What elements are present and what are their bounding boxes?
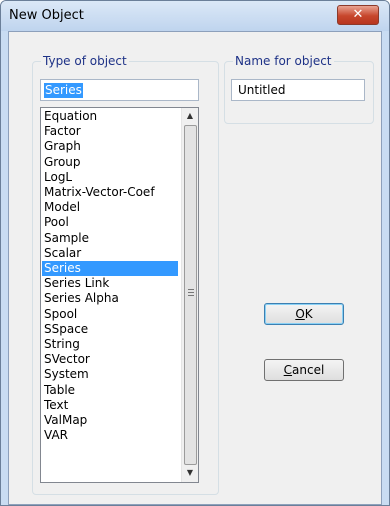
list-item[interactable]: VAR [42, 428, 178, 443]
dialog-body: Type of object Series Equation Factor Grap… [8, 31, 382, 505]
type-of-object-label: Type of object [41, 54, 129, 68]
ok-mnemonic: O [295, 307, 305, 321]
object-name-input[interactable]: Untitled [231, 79, 365, 101]
title-bar[interactable]: New Object ✕ [1, 1, 389, 31]
list-item[interactable]: SSpace [42, 322, 178, 337]
thumb-grip [188, 292, 194, 293]
list-item[interactable]: Scalar [42, 246, 178, 261]
list-item[interactable]: Graph [42, 139, 178, 154]
list-item[interactable]: ValMap [42, 413, 178, 428]
close-button[interactable]: ✕ [337, 5, 379, 25]
object-name-input-text: Untitled [238, 83, 286, 97]
list-item[interactable]: Model [42, 200, 178, 215]
new-object-dialog: New Object ✕ Type of object Series Equat… [0, 0, 390, 506]
list-item[interactable]: Series [42, 261, 178, 276]
name-for-object-group: Name for object Untitled [224, 54, 374, 124]
list-item[interactable]: Factor [42, 124, 178, 139]
list-item[interactable]: String [42, 337, 178, 352]
dialog-title: New Object [9, 8, 84, 23]
list-item[interactable]: Series Alpha [42, 291, 178, 306]
ok-label-rest: K [304, 307, 313, 321]
list-item[interactable]: Table [42, 383, 178, 398]
cancel-button[interactable]: Cancel [264, 359, 344, 381]
object-type-list[interactable]: Equation Factor Graph Group LogL Matrix-Vecto… [40, 107, 199, 483]
cancel-label-rest: ancel [292, 363, 325, 377]
thumb-grip [188, 289, 194, 290]
list-item[interactable]: Pool [42, 215, 178, 230]
scrollbar-thumb[interactable] [184, 125, 197, 465]
scroll-up-arrow-icon[interactable]: ▲ [182, 108, 198, 124]
scroll-down-arrow-icon[interactable]: ▼ [182, 465, 198, 481]
object-type-input-text: Series [44, 83, 83, 98]
list-item[interactable]: SVector [42, 352, 178, 367]
list-item[interactable]: Series Link [42, 276, 178, 291]
list-scrollbar[interactable]: ▲ ▼ [181, 108, 198, 482]
object-type-input[interactable]: Series [40, 79, 199, 101]
thumb-grip [188, 295, 194, 296]
list-item[interactable]: Sample [42, 231, 178, 246]
list-item[interactable]: Equation [42, 109, 178, 124]
type-of-object-group: Type of object Series Equation Factor Grap… [32, 54, 219, 495]
list-item[interactable]: Group [42, 155, 178, 170]
ok-button[interactable]: OK [264, 303, 344, 325]
name-for-object-label: Name for object [233, 54, 334, 68]
list-item[interactable]: System [42, 367, 178, 382]
close-icon: ✕ [352, 7, 364, 22]
list-item[interactable]: Matrix-Vector-Coef [42, 185, 178, 200]
list-item[interactable]: Spool [42, 307, 178, 322]
cancel-mnemonic: C [283, 363, 293, 377]
list-item[interactable]: Text [42, 398, 178, 413]
list-item[interactable]: LogL [42, 170, 178, 185]
